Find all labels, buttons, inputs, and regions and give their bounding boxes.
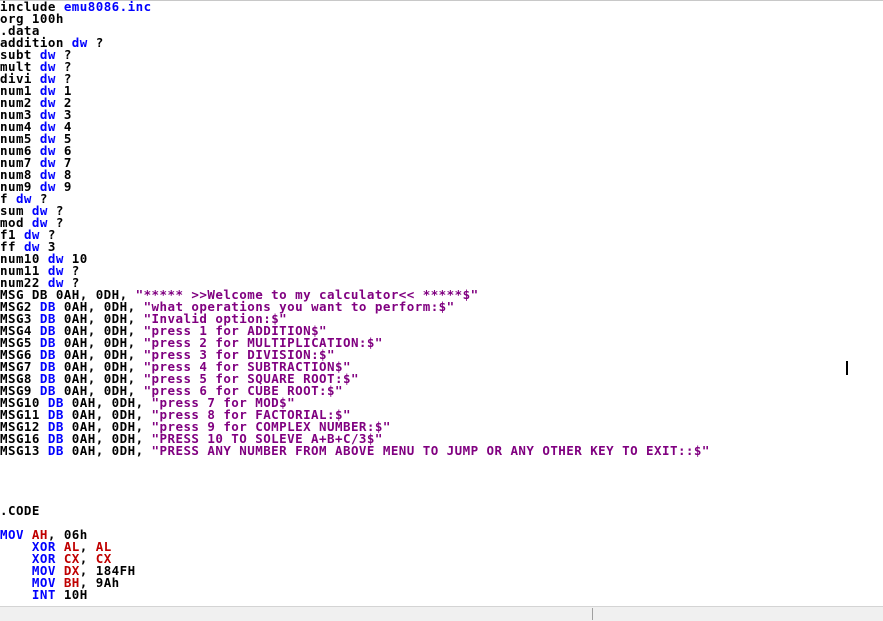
code-line: num11 dw ? — [0, 264, 710, 277]
code-token-string: "PRESS ANY NUMBER FROM ABOVE MENU TO JUM… — [151, 443, 710, 458]
scrollbar-thumb[interactable] — [0, 608, 593, 620]
code-line: num7 dw 7 — [0, 156, 710, 169]
code-editor[interactable]: include emu8086.inc org 100h .data addition… — [0, 0, 883, 606]
code-line: INT 10H — [0, 587, 710, 602]
code-line: num8 dw 8 — [0, 168, 710, 181]
code-line: num9 dw 9 — [0, 179, 710, 194]
code-line: MSG13 DB 0AH, 0DH, "PRESS ANY NUMBER FRO… — [0, 443, 710, 458]
horizontal-scrollbar[interactable] — [0, 606, 883, 621]
code-line: org 100h — [0, 12, 710, 25]
code-line: f dw ? — [0, 192, 710, 205]
code-line: f1 dw ? — [0, 228, 710, 241]
code-line: num4 dw 4 — [0, 120, 710, 133]
code-line: subt dw ? — [0, 48, 710, 61]
code-line: num5 dw 5 — [0, 132, 710, 145]
code-token-text: 9 — [55, 179, 72, 194]
code-token-keyword: INT — [31, 587, 56, 602]
code-token-text: 0AH, 0DH, — [63, 443, 152, 458]
text-cursor — [846, 361, 848, 375]
code-token-keyword: dw — [71, 35, 88, 50]
code-line: num1 dw 1 — [0, 84, 710, 97]
code-line: sum dw ? — [0, 204, 710, 217]
code-line: addition dw ? — [0, 35, 710, 50]
code-line: .CODE — [0, 504, 710, 517]
code-token-keyword: emu8086.inc — [63, 0, 152, 14]
code-line: divi dw ? — [0, 72, 710, 85]
code-line: include emu8086.inc — [0, 0, 710, 14]
code-line: ff dw 3 — [0, 240, 710, 253]
code-line: .data — [0, 24, 710, 37]
code-line: MOV BH, 9Ah — [0, 576, 710, 589]
code-line: num3 dw 3 — [0, 108, 710, 121]
code-line: num10 dw 10 — [0, 252, 710, 265]
code-token-text: 10H — [55, 587, 88, 602]
code-token-text: ? — [87, 35, 104, 50]
code-line: num6 dw 6 — [0, 144, 710, 157]
code-token-keyword: DB — [47, 443, 64, 458]
code-line: mod dw ? — [0, 216, 710, 229]
code-line: num2 dw 2 — [0, 96, 710, 109]
code-line: mult dw ? — [0, 60, 710, 73]
source-code[interactable]: include emu8086.inc org 100h .data addition… — [0, 0, 710, 606]
